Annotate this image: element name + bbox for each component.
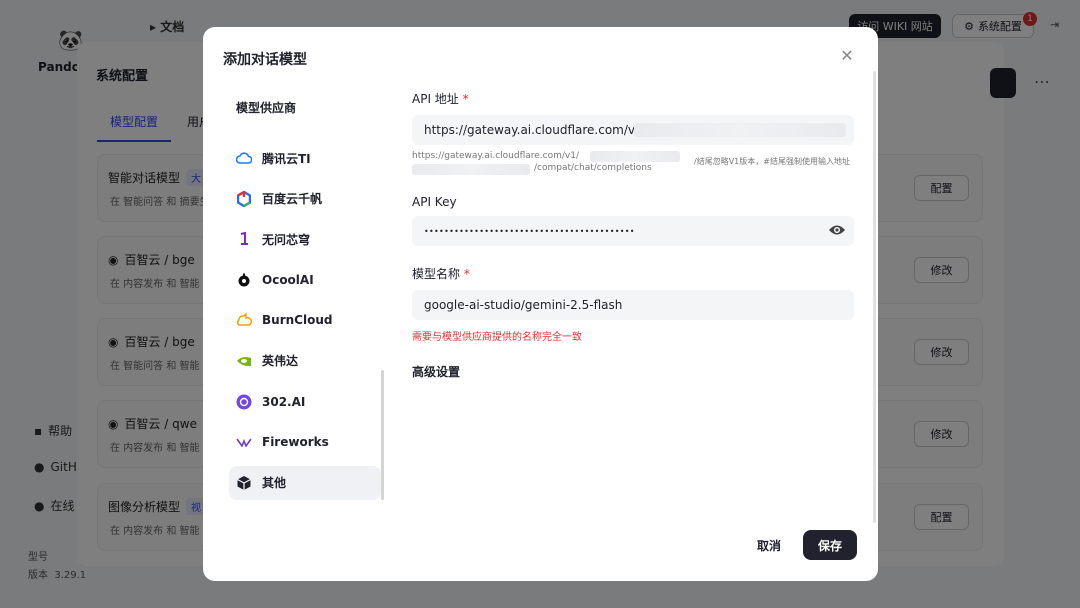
redacted-region xyxy=(412,164,530,175)
eye-icon[interactable] xyxy=(828,223,846,239)
provider-label: 英伟达 xyxy=(262,354,299,369)
provider-label: BurnCloud xyxy=(262,313,333,328)
provider-label: OcoolAI xyxy=(262,272,314,287)
api-url-label: API 地址 * xyxy=(412,92,469,106)
provider-item-ocoolai[interactable]: OcoolAI xyxy=(229,263,381,297)
model-name-label: 模型名称 * xyxy=(412,267,470,281)
add-chat-model-dialog: 添加对话模型 ✕ 模型供应商 腾讯云TI 百度云千帆 无问芯穹 OcoolAI … xyxy=(203,27,878,581)
cube-icon xyxy=(236,475,252,491)
model-name-error: 需要与模型供应商提供的名称完全一致 xyxy=(412,332,582,343)
redacted-region xyxy=(634,123,846,137)
model-name-input[interactable]: google-ai-studio/gemini-2.5-flash xyxy=(412,290,854,320)
provider-item-infini[interactable]: 无问芯穹 xyxy=(229,222,381,256)
provider-list: 腾讯云TI 百度云千帆 无问芯穹 OcoolAI BurnCloud 英伟达 3… xyxy=(229,141,381,506)
provider-label: 百度云千帆 xyxy=(262,192,323,207)
dialog-title: 添加对话模型 xyxy=(223,52,307,68)
ocool-icon xyxy=(236,272,252,288)
nvidia-icon xyxy=(236,353,252,369)
provider-label: 302.AI xyxy=(262,394,306,409)
provider-item-baidu[interactable]: 百度云千帆 xyxy=(229,182,381,216)
provider-item-302ai[interactable]: 302.AI xyxy=(229,385,381,419)
provider-label: Fireworks xyxy=(262,435,329,450)
api-key-input[interactable]: ••••••••••••••••••••••••••••••••••••••••… xyxy=(412,216,854,246)
api-key-value: ••••••••••••••••••••••••••••••••••••••••… xyxy=(424,226,635,236)
ai302-icon xyxy=(236,394,252,410)
api-url-hint: https://gateway.ai.cloudflare.com/v1/ /c… xyxy=(412,151,850,175)
provider-item-tencent[interactable]: 腾讯云TI xyxy=(229,141,381,175)
api-url-value: https://gateway.ai.cloudflare.com/v1/ xyxy=(424,123,647,137)
cancel-button[interactable]: 取消 xyxy=(747,530,791,560)
provider-item-nvidia[interactable]: 英伟达 xyxy=(229,344,381,378)
redacted-region xyxy=(590,151,680,162)
provider-label: 其他 xyxy=(262,476,287,491)
cloud-icon xyxy=(236,150,252,166)
provider-item-burncloud[interactable]: BurnCloud xyxy=(229,303,381,337)
save-button[interactable]: 保存 xyxy=(803,530,857,560)
provider-item-other[interactable]: 其他 xyxy=(229,465,381,500)
advanced-settings-toggle[interactable]: 高级设置 xyxy=(412,363,854,380)
fireworks-icon xyxy=(236,434,252,450)
provider-item-fireworks[interactable]: Fireworks xyxy=(229,425,381,459)
provider-label: 无问芯穹 xyxy=(262,232,311,247)
provider-heading: 模型供应商 xyxy=(236,101,297,115)
api-url-input[interactable]: https://gateway.ai.cloudflare.com/v1/ xyxy=(412,115,854,145)
burncloud-icon xyxy=(236,312,252,328)
provider-label: 腾讯云TI xyxy=(262,151,311,166)
model-name-value: google-ai-studio/gemini-2.5-flash xyxy=(424,298,623,312)
qianfan-icon xyxy=(236,190,252,207)
infini-icon xyxy=(236,231,252,247)
provider-scrollbar[interactable] xyxy=(381,370,384,500)
dialog-scrollbar[interactable] xyxy=(873,71,876,523)
close-icon[interactable]: ✕ xyxy=(839,48,855,64)
model-form: API 地址 * https://gateway.ai.cloudflare.c… xyxy=(412,87,854,380)
api-key-label: API Key xyxy=(412,195,457,209)
